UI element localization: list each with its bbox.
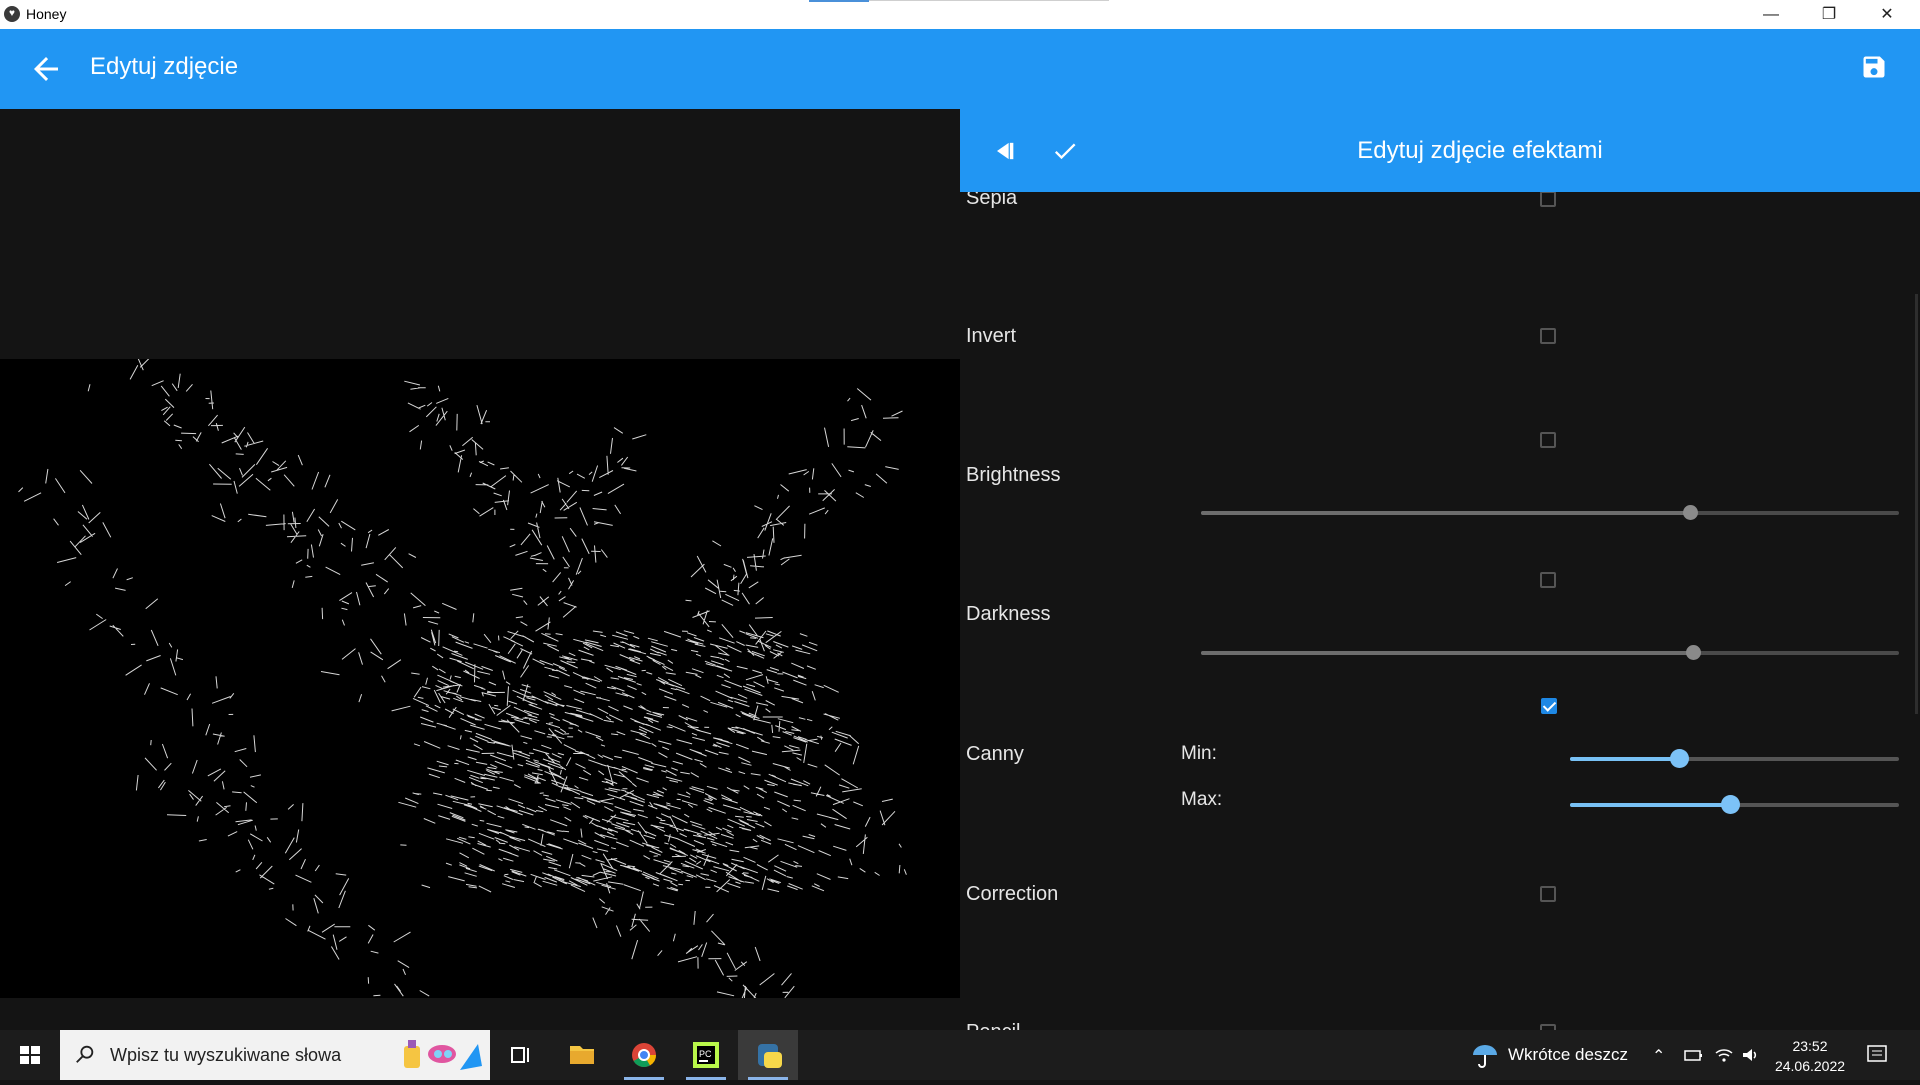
app-logo-icon: ♥: [4, 6, 20, 22]
notifications-icon[interactable]: [1866, 1044, 1888, 1066]
edited-photo: [0, 359, 960, 998]
windows-start-icon[interactable]: [0, 1030, 60, 1080]
file-explorer-icon[interactable]: [552, 1030, 612, 1080]
canny-min-slider-fill: [1570, 757, 1679, 761]
canny-min-slider[interactable]: [1570, 749, 1899, 768]
effect-label-brightness: Brightness: [966, 464, 1061, 486]
taskbar-clock[interactable]: 23:52 24.06.2022: [1760, 1036, 1860, 1076]
invert-checkbox[interactable]: [1540, 328, 1556, 344]
search-icon: [76, 1045, 94, 1063]
sepia-checkbox[interactable]: [1540, 191, 1556, 207]
window-title: Honey: [26, 6, 67, 22]
taskbar-search[interactable]: Wpisz tu wyszukiwane słowa: [60, 1030, 490, 1080]
brightness-slider-thumb[interactable]: [1682, 505, 1698, 520]
umbrella-rain-icon: [1473, 1045, 1497, 1068]
image-canvas: [0, 109, 960, 1030]
effect-label-correction: Correction: [966, 883, 1059, 905]
close-icon[interactable]: ✕: [1858, 0, 1916, 29]
panel-scrollbar[interactable]: [1915, 294, 1918, 714]
darkness-checkbox[interactable]: [1540, 572, 1556, 588]
battery-icon[interactable]: [1684, 1047, 1704, 1063]
chrome-icon: [632, 1043, 656, 1068]
canny-min-label: Min:: [1181, 743, 1217, 764]
canny-max-slider-fill: [1570, 803, 1730, 807]
effect-label-darkness: Darkness: [966, 603, 1051, 625]
python-taskbar-item[interactable]: [738, 1030, 798, 1080]
chevron-up-icon[interactable]: ⌃: [1652, 1046, 1665, 1066]
brightness-slider-fill: [1201, 511, 1690, 515]
search-highlight-icon: [404, 1040, 482, 1070]
svg-text:PC: PC: [699, 1049, 712, 1059]
pycharm-icon: PC: [693, 1042, 719, 1068]
brightness-slider[interactable]: [1201, 505, 1899, 520]
correction-checkbox[interactable]: [1540, 886, 1556, 902]
pycharm-taskbar-item[interactable]: PC: [676, 1030, 736, 1080]
titlebar-divider: [869, 0, 1109, 1]
chrome-taskbar-item[interactable]: [614, 1030, 674, 1080]
titlebar-accent: [809, 0, 869, 2]
edge-strokes: [18, 359, 907, 998]
darkness-slider[interactable]: [1201, 645, 1899, 660]
effect-label-pencil: Pencil: [966, 1021, 1020, 1030]
page-title: Edytuj zdjęcie: [90, 53, 239, 80]
effects-panel-title: Edytuj zdjęcie efektami: [1357, 137, 1603, 164]
app-bar: Edytuj zdjęcie: [0, 29, 1920, 109]
task-view-icon[interactable]: [490, 1030, 550, 1080]
python-icon: [758, 1044, 782, 1068]
minimize-icon[interactable]: —: [1742, 0, 1800, 29]
save-icon[interactable]: [1860, 53, 1888, 81]
volume-icon[interactable]: [1740, 1045, 1760, 1065]
darkness-slider-fill: [1201, 651, 1694, 655]
weather-text: Wkrótce deszcz: [1508, 1045, 1628, 1064]
clock-date: 24.06.2022: [1774, 1058, 1846, 1074]
effects-panel: Edytuj zdjęcie efektami Sepia Invert Bri…: [960, 109, 1920, 1030]
darkness-slider-thumb[interactable]: [1686, 645, 1702, 660]
canny-checkbox[interactable]: [1541, 698, 1557, 714]
search-placeholder: Wpisz tu wyszukiwane słowa: [110, 1045, 342, 1065]
back-arrow-icon[interactable]: [28, 51, 64, 87]
restore-icon[interactable]: ❐: [1800, 0, 1858, 29]
clock-time: 23:52: [1792, 1038, 1828, 1054]
effect-label-invert: Invert: [966, 325, 1017, 347]
canny-max-label: Max:: [1181, 789, 1223, 810]
canny-max-slider-thumb[interactable]: [1720, 795, 1740, 814]
effect-label-canny: Canny: [966, 743, 1024, 765]
canny-max-slider[interactable]: [1570, 795, 1899, 814]
canny-min-slider-thumb[interactable]: [1669, 749, 1689, 768]
taskbar: Wpisz tu wyszukiwane słowa PC Wkrótce de…: [0, 1030, 1920, 1080]
wifi-icon[interactable]: [1714, 1045, 1734, 1065]
window-titlebar: ♥ Honey — ❐ ✕: [0, 0, 1920, 29]
brightness-checkbox[interactable]: [1540, 432, 1556, 448]
effects-panel-header: Edytuj zdjęcie efektami: [960, 109, 1920, 192]
canny-edges-image: [18, 359, 907, 998]
